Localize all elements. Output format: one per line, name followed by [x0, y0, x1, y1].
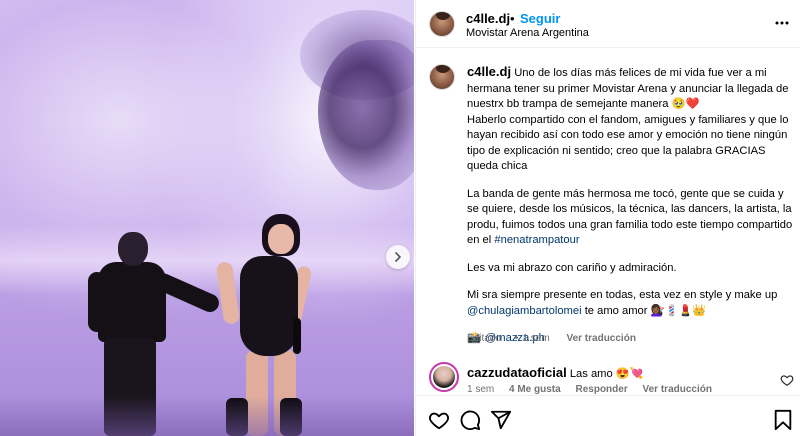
like-button[interactable] — [427, 408, 451, 432]
caption-translate-button[interactable]: Ver traducción — [566, 333, 635, 344]
comment-button[interactable] — [458, 408, 482, 432]
post-location[interactable]: Movistar Arena Argentina — [466, 27, 589, 39]
commenter-avatar[interactable] — [429, 362, 459, 392]
comment-likes[interactable]: 4 Me gusta — [509, 384, 561, 395]
caption-username[interactable]: c4lle.dj — [467, 64, 511, 79]
bookmark-icon — [774, 409, 792, 431]
caption-age[interactable]: 1 sem — [522, 333, 549, 344]
stage-floor — [0, 396, 414, 436]
edited-label: Editado — [467, 333, 501, 344]
chevron-right-icon — [395, 252, 401, 262]
comment-icon — [460, 410, 481, 431]
caption-avatar[interactable] — [429, 64, 455, 90]
save-button[interactable] — [771, 408, 795, 432]
comment-like-icon[interactable] — [780, 373, 794, 387]
comment-meta: 1 sem 4 Me gusta Responder Ver traducció… — [467, 384, 724, 395]
share-icon — [490, 410, 512, 430]
author-username[interactable]: c4lle.dj — [466, 11, 510, 26]
follow-button[interactable]: Seguir — [520, 11, 560, 26]
stage-light — [0, 225, 414, 295]
comment-item: cazzudataoficial Las amo 😍💘 1 sem 4 Me g… — [416, 359, 800, 395]
post-panel: c4lle.dj • Seguir Movistar Arena Argenti… — [415, 0, 800, 436]
caption-paragraph-4: Les va mi abrazo con cariño y admiración… — [467, 261, 677, 274]
heart-icon — [429, 412, 449, 430]
meta-dot: • — [514, 333, 519, 344]
carousel-next-button[interactable] — [386, 245, 410, 269]
caption-paragraph-2: Haberlo compartido con el fandom, amigue… — [467, 113, 789, 173]
commenter-username[interactable]: cazzudataoficial — [467, 365, 567, 380]
comment-reply-button[interactable]: Responder — [575, 384, 627, 395]
more-options-button[interactable] — [774, 13, 790, 33]
caption-meta: Editado • 1 sem Ver traducción — [467, 333, 650, 344]
author-avatar[interactable] — [429, 11, 455, 37]
more-options-icon — [775, 21, 789, 25]
caption-paragraph-1: Uno de los días más felices de mi vida f… — [467, 67, 789, 110]
comment-age[interactable]: 1 sem — [467, 384, 494, 395]
comment-text: cazzudataoficial Las amo 😍💘 — [467, 365, 644, 380]
separator-dot: • — [510, 11, 515, 26]
post-header: c4lle.dj • Seguir Movistar Arena Argenti… — [416, 0, 800, 48]
comment-translate-button[interactable]: Ver traducción — [643, 384, 712, 395]
caption-text: c4lle.dj Uno de los días más felices de … — [467, 64, 793, 347]
mention-link[interactable]: @chulagiambartolomei — [467, 305, 582, 317]
microphone — [293, 318, 301, 354]
caption-paragraph-5-end: te amo amor 💇🏾‍♀️💈💄👑 — [581, 304, 707, 317]
caption-paragraph-5: Mi sra siempre presente en todas, esta v… — [467, 289, 778, 301]
action-bar — [416, 395, 800, 436]
screen-image-face — [318, 40, 414, 190]
hashtag-link[interactable]: #nenatrampatour — [494, 234, 579, 246]
comment-body: Las amo 😍💘 — [569, 368, 644, 380]
comments-scroll-area[interactable]: c4lle.dj Uno de los días más felices de … — [416, 49, 800, 395]
post-photo[interactable] — [0, 0, 414, 436]
share-button[interactable] — [489, 408, 513, 432]
